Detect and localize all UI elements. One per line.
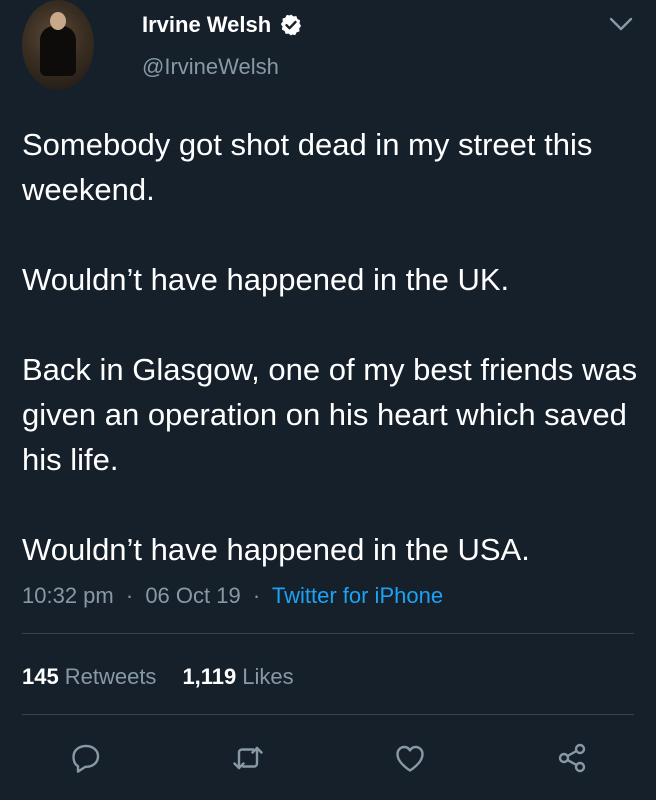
chevron-down-icon[interactable] — [608, 14, 634, 34]
likes-stat[interactable]: 1,119 Likes — [182, 664, 293, 689]
share-icon — [558, 743, 586, 773]
tweet-paragraph: Somebody got shot dead in my street this… — [22, 127, 593, 207]
tweet-paragraph: Wouldn’t have happened in the USA. — [22, 532, 530, 567]
tweet-paragraph: Back in Glasgow, one of my best friends … — [22, 352, 638, 477]
avatar[interactable] — [22, 0, 94, 90]
author-handle[interactable]: @IrvineWelsh — [142, 54, 279, 80]
verified-badge-icon — [281, 14, 302, 36]
action-bar — [0, 736, 656, 784]
meta-separator: · — [252, 583, 261, 608]
divider — [22, 714, 634, 715]
tweet-time: 10:32 pm — [22, 583, 114, 608]
likes-label: Likes — [242, 664, 294, 689]
retweets-label: Retweets — [64, 664, 157, 689]
meta-separator: · — [125, 583, 134, 608]
reply-button[interactable] — [64, 736, 108, 780]
avatar-head — [50, 12, 66, 30]
tweet-meta: 10:32 pm · 06 Oct 19 · Twitter for iPhon… — [22, 583, 443, 609]
like-button[interactable] — [388, 736, 432, 780]
author-name-row[interactable]: Irvine Welsh — [142, 10, 303, 40]
author-name[interactable]: Irvine Welsh — [142, 12, 271, 38]
tweet-paragraph: Wouldn’t have happened in the UK. — [22, 262, 510, 297]
avatar-figure — [40, 26, 76, 76]
tweet-header: Irvine Welsh @IrvineWelsh — [0, 0, 656, 110]
divider — [22, 633, 634, 634]
tweet-text: Somebody got shot dead in my street this… — [22, 122, 642, 572]
tweet-date: 06 Oct 19 — [145, 583, 241, 608]
tweet-stats: 145 Retweets 1,119 Likes — [22, 664, 294, 690]
retweets-count: 145 — [22, 664, 59, 689]
retweets-stat[interactable]: 145 Retweets — [22, 664, 156, 689]
share-button[interactable] — [550, 736, 594, 780]
reply-icon — [72, 744, 100, 773]
likes-count: 1,119 — [182, 664, 237, 689]
tweet-source-link[interactable]: Twitter for iPhone — [272, 583, 443, 608]
like-icon — [396, 745, 424, 772]
retweet-icon — [233, 746, 263, 770]
retweet-button[interactable] — [226, 736, 270, 780]
